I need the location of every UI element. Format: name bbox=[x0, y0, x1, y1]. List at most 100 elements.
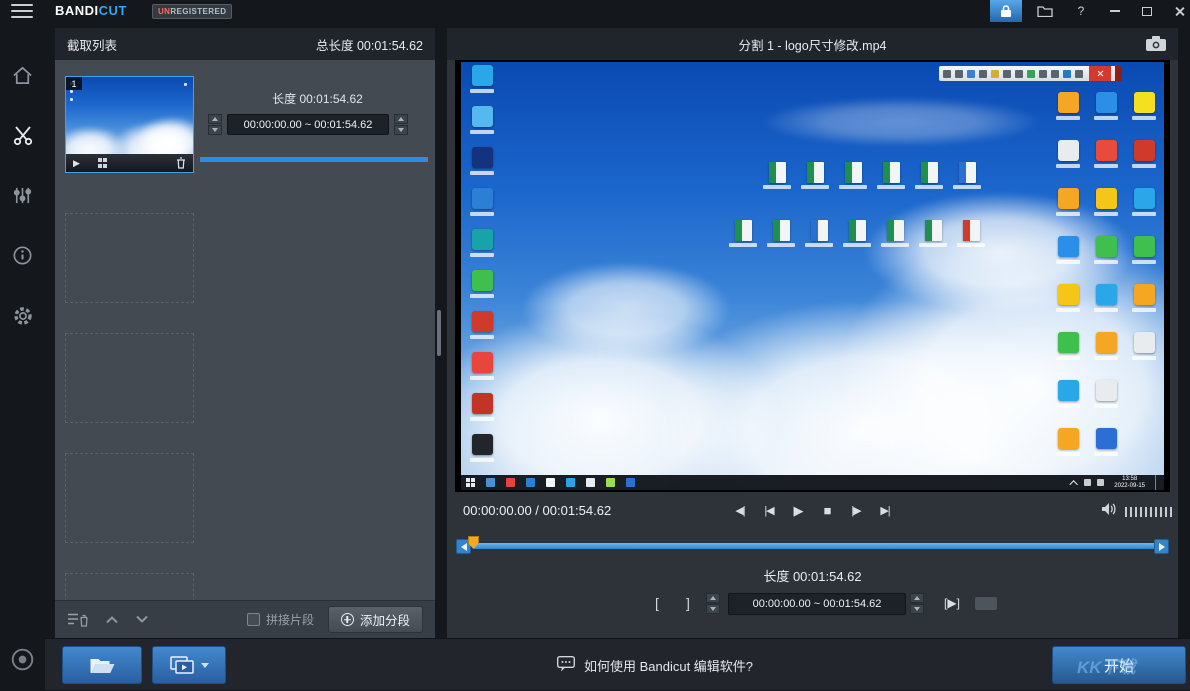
video-stage[interactable]: 13:58 2022-09-15 bbox=[455, 60, 1170, 492]
step-back-button[interactable]: |◀ bbox=[757, 499, 781, 522]
start-button[interactable]: 开始 bbox=[1052, 646, 1186, 684]
empty-segment-slot bbox=[65, 333, 194, 423]
video-taskbar: 13:58 2022-09-15 bbox=[461, 475, 1164, 490]
segment-grid-icon[interactable] bbox=[98, 158, 108, 168]
segment-range-field[interactable]: 00:00:00.00 ~ 00:01:54.62 bbox=[227, 114, 389, 135]
unregistered-badge: UNREGISTERED bbox=[152, 4, 232, 19]
bandicut-window: BANDICUT UNREGISTERED ? bbox=[0, 0, 1190, 690]
logo-text-bandi: BANDI bbox=[55, 3, 99, 18]
open-folder-icon bbox=[89, 656, 116, 675]
add-segment-button[interactable]: 添加分段 bbox=[328, 606, 423, 633]
step-forward-button[interactable]: |▶ bbox=[844, 499, 868, 522]
help-icon[interactable]: ? bbox=[1068, 0, 1094, 22]
logo-text-cut: CUT bbox=[99, 3, 127, 18]
segment-end-spinner[interactable] bbox=[394, 114, 408, 135]
add-segment-label: 添加分段 bbox=[360, 610, 410, 629]
folder-icon bbox=[1037, 5, 1053, 17]
record-icon[interactable] bbox=[9, 646, 36, 673]
video-frame: 13:58 2022-09-15 bbox=[461, 62, 1164, 490]
tray-network-icon bbox=[1084, 479, 1091, 486]
seek-bar bbox=[447, 534, 1178, 560]
segment-delete-icon[interactable] bbox=[176, 157, 186, 169]
selection-range-field[interactable]: 00:00:00.00 ~ 00:01:54.62 bbox=[728, 593, 906, 615]
clear-list-icon[interactable] bbox=[67, 612, 89, 628]
set-end-bracket-button[interactable]: ] bbox=[678, 592, 698, 614]
maximize-button[interactable] bbox=[1134, 0, 1160, 22]
thumbnail-image bbox=[66, 77, 193, 154]
lock-icon bbox=[1000, 4, 1012, 18]
transport-bar: 00:00:00.00 / 00:01:54.62 ◀| |◀ ▶ ■ |▶ ▶… bbox=[447, 496, 1178, 526]
move-down-icon[interactable] bbox=[135, 615, 149, 624]
move-up-icon[interactable] bbox=[105, 615, 119, 624]
segment-start-spinner[interactable] bbox=[208, 114, 222, 135]
join-segments-label: 拼接片段 bbox=[266, 611, 314, 628]
range-end-spinner[interactable] bbox=[910, 593, 924, 614]
register-lock-button[interactable] bbox=[990, 0, 1022, 22]
settings-gear-icon[interactable] bbox=[9, 302, 36, 329]
info-icon[interactable] bbox=[9, 242, 36, 269]
sidebar bbox=[0, 22, 45, 690]
video-title: 分割 1 - logo尺寸修改.mp4 bbox=[739, 35, 887, 54]
segment-thumbnail[interactable]: 1 ▶ bbox=[65, 76, 194, 173]
cut-list-scrollbar[interactable] bbox=[437, 310, 441, 356]
frame-back-button[interactable]: ◀| bbox=[728, 499, 752, 522]
speaker-icon[interactable] bbox=[1101, 502, 1117, 521]
minimize-button[interactable] bbox=[1102, 0, 1128, 22]
segment-length-label: 长度 00:01:54.62 bbox=[205, 90, 430, 107]
home-icon[interactable] bbox=[9, 62, 36, 89]
taskbar-tray: 13:58 2022-09-15 bbox=[1072, 475, 1159, 490]
output-format-button[interactable] bbox=[152, 646, 226, 684]
left-arrow-icon bbox=[461, 543, 467, 551]
selection-range-bar: [ ] 00:00:00.00 ~ 00:01:54.62 [▶] bbox=[447, 590, 1178, 620]
help-link[interactable]: 如何使用 Bandicut 编辑软件? bbox=[557, 639, 753, 691]
player-panel: 分割 1 - logo尺寸修改.mp4 bbox=[447, 28, 1178, 638]
segment-play-icon[interactable]: ▶ bbox=[73, 159, 80, 168]
cut-list-header: 截取列表 总长度 00:01:54.62 bbox=[55, 28, 435, 60]
cut-list-title: 截取列表 bbox=[67, 35, 117, 54]
playback-controls: ◀| |◀ ▶ ■ |▶ ▶| bbox=[728, 499, 897, 522]
app-logo: BANDICUT bbox=[55, 3, 127, 18]
audio-icon[interactable] bbox=[9, 182, 36, 209]
total-length-label: 总长度 00:01:54.62 bbox=[316, 35, 423, 54]
dropdown-caret-icon bbox=[201, 663, 209, 668]
empty-segment-slot bbox=[65, 453, 194, 543]
right-arrow-icon bbox=[1159, 543, 1165, 551]
video-frames-icon bbox=[170, 656, 194, 674]
set-start-bracket-button[interactable]: [ bbox=[647, 592, 667, 614]
title-bar: BANDICUT UNREGISTERED ? bbox=[0, 0, 1190, 22]
close-icon bbox=[1174, 6, 1185, 17]
close-button[interactable] bbox=[1166, 0, 1190, 22]
segment-item[interactable]: 1 ▶ 长度 00:01:54.62 00:00:00.00 ~ 00:01:5… bbox=[55, 60, 435, 205]
cut-list-toolbar: 拼接片段 添加分段 bbox=[55, 600, 435, 638]
play-segment-button[interactable]: [▶] bbox=[935, 592, 969, 614]
taskbar-icons bbox=[466, 478, 635, 487]
open-file-icon[interactable] bbox=[1032, 0, 1058, 22]
snapshot-camera-icon[interactable] bbox=[1146, 36, 1166, 54]
cut-scissors-icon[interactable] bbox=[9, 122, 36, 149]
help-text: 如何使用 Bandicut 编辑软件? bbox=[584, 656, 753, 675]
taskbar-clock: 13:58 2022-09-15 bbox=[1114, 476, 1145, 490]
tray-caret-icon bbox=[1070, 480, 1078, 488]
segment-progress-bar bbox=[200, 157, 428, 162]
volume-level-bars[interactable] bbox=[1125, 507, 1173, 517]
playback-time: 00:00:00.00 / 00:01:54.62 bbox=[463, 503, 611, 518]
join-segments-checkbox[interactable] bbox=[247, 613, 260, 626]
open-file-button[interactable] bbox=[62, 646, 142, 684]
stop-button[interactable]: ■ bbox=[815, 499, 839, 522]
cut-list-panel: 截取列表 总长度 00:01:54.62 1 ▶ bbox=[55, 28, 435, 638]
selection-length-label: 长度 00:01:54.62 bbox=[447, 566, 1178, 585]
play-button[interactable]: ▶ bbox=[786, 499, 810, 522]
seek-track[interactable] bbox=[473, 543, 1161, 549]
chat-icon bbox=[557, 656, 575, 675]
empty-segment-slot bbox=[65, 213, 194, 303]
plus-icon bbox=[341, 613, 354, 626]
volume-area bbox=[1101, 502, 1173, 521]
menu-icon[interactable] bbox=[11, 4, 33, 18]
repeat-toggle[interactable] bbox=[975, 597, 997, 610]
annotation-toolbar bbox=[939, 66, 1122, 81]
range-start-spinner[interactable] bbox=[706, 593, 720, 614]
seek-right-button[interactable] bbox=[1154, 539, 1169, 554]
tray-volume-icon bbox=[1097, 479, 1104, 486]
show-desktop-sliver bbox=[1155, 475, 1159, 490]
frame-forward-button[interactable]: ▶| bbox=[873, 499, 897, 522]
